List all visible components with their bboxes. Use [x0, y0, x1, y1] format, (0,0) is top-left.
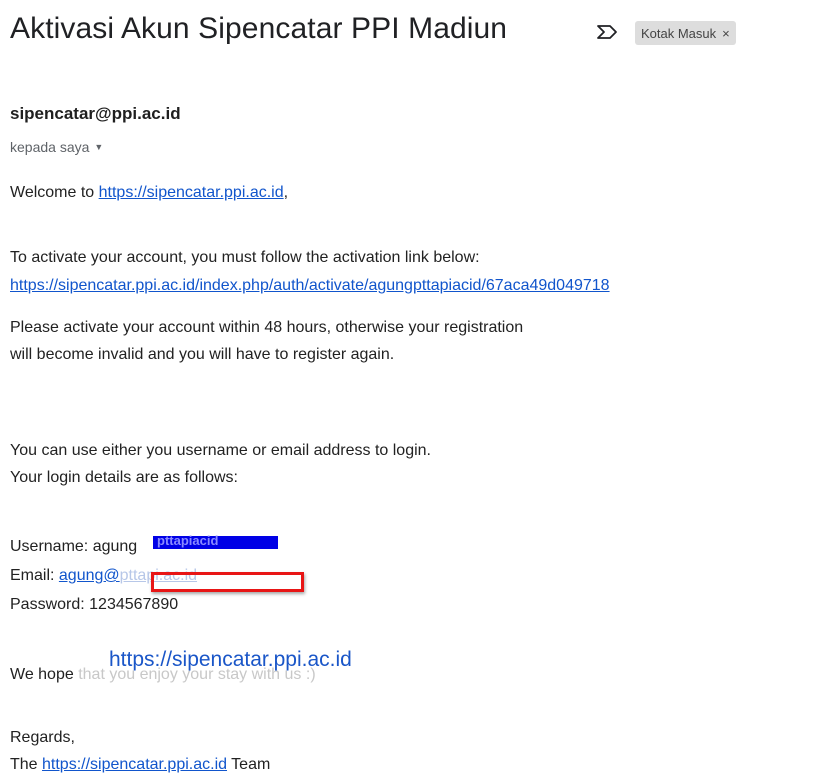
chevron-down-icon[interactable]: ▼ — [94, 142, 103, 152]
email-label: Email: — [10, 567, 59, 584]
welcome-suffix: , — [283, 184, 289, 201]
login-info-line-2: Your login details are as follows: — [10, 469, 238, 486]
email-redaction-box — [151, 572, 304, 592]
sender-address: sipencatar@ppi.ac.id — [10, 104, 181, 123]
password-line: Password: 1234567890 — [10, 596, 179, 613]
closing-wish-visible: We hope — [10, 666, 74, 683]
activation-link-line: https://sipencatar.ppi.ac.id/index.php/a… — [10, 277, 818, 295]
welcome-link[interactable]: https://sipencatar.ppi.ac.id — [99, 184, 284, 201]
overlay-url-text: https://sipencatar.ppi.ac.id — [109, 648, 352, 671]
username-line: Username: agung — [10, 538, 138, 555]
login-info-line-1: You can use either you username or email… — [10, 442, 431, 459]
username-redacted-text: pttapiacid — [157, 533, 219, 548]
team-signature: The https://sipencatar.ppi.ac.id Team — [10, 756, 270, 774]
label-chip-text: Kotak Masuk — [641, 25, 717, 41]
label-chip-inbox[interactable]: Kotak Masuk × — [635, 21, 736, 45]
important-marker-icon[interactable] — [596, 24, 618, 40]
team-suffix: Team — [227, 756, 271, 773]
close-icon[interactable]: × — [722, 26, 730, 41]
email-subject: Aktivasi Akun Sipencatar PPI Madiun — [10, 12, 508, 45]
deadline-line-2: will become invalid and you will have to… — [10, 346, 395, 363]
team-link[interactable]: https://sipencatar.ppi.ac.id — [42, 756, 227, 773]
team-prefix: The — [10, 756, 43, 773]
activation-link[interactable]: https://sipencatar.ppi.ac.id/index.php/a… — [10, 277, 610, 294]
deadline-line-1: Please activate your account within 48 h… — [10, 319, 524, 336]
email-link[interactable]: agung@ — [59, 567, 120, 584]
welcome-prefix: Welcome to — [10, 184, 99, 201]
recipient-text: kepada saya — [10, 139, 90, 155]
welcome-line: Welcome to https://sipencatar.ppi.ac.id, — [10, 184, 288, 202]
activation-intro: To activate your account, you must follo… — [10, 249, 480, 266]
recipient-line[interactable]: kepada saya ▼ — [10, 139, 103, 155]
regards-line: Regards, — [10, 729, 75, 746]
username-redaction: pttapiacid — [153, 533, 278, 549]
